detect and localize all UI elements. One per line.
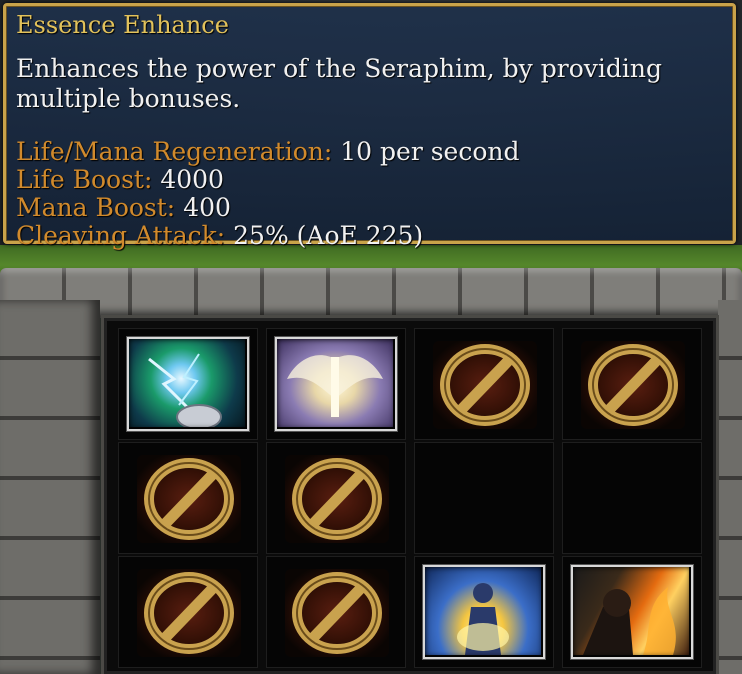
stat-life-boost: Life Boost: 4000 [16,166,723,194]
inventory-slot-disabled [118,442,258,554]
disabled-slot-icon [440,344,530,426]
inventory-slot-disabled [414,328,554,440]
inventory-slot-disabled [118,556,258,668]
stat-label: Life Boost: [16,165,153,194]
inventory-slot-empty[interactable] [562,442,702,554]
stat-value: 25% (AoE 225) [233,221,424,250]
slot-frame [275,337,397,431]
disabled-slot-icon [292,572,382,654]
tooltip-stats: Life/Mana Regeneration: 10 per second Li… [16,138,723,250]
stat-label: Life/Mana Regeneration: [16,137,333,166]
stat-cleaving-attack: Cleaving Attack: 25% (AoE 225) [16,222,723,250]
stat-value: 4000 [160,165,224,194]
tooltip-title: Essence Enhance [16,11,229,39]
inventory-slot[interactable] [118,328,258,440]
inventory-slot[interactable] [414,556,554,668]
inventory-grid [104,318,716,674]
inventory-slot-empty[interactable] [414,442,554,554]
stat-label: Mana Boost: [16,193,176,222]
stone-wall-right [718,300,742,674]
inventory-slot-disabled [266,556,406,668]
disabled-slot-icon [144,458,234,540]
slot-frame [127,337,249,431]
inventory-slot-disabled [266,442,406,554]
stat-value: 400 [183,193,231,222]
stone-wall-left [0,300,100,674]
ability-tooltip: Essence Enhance Enhances the power of th… [3,3,736,250]
disabled-slot-icon [292,458,382,540]
slot-frame [423,565,545,659]
stat-mana-boost: Mana Boost: 400 [16,194,723,222]
slot-frame [571,565,693,659]
stone-wall-top [0,268,742,318]
disabled-slot-icon [588,344,678,426]
inventory-slot-disabled [562,328,702,440]
inventory-slot[interactable] [562,556,702,668]
stat-label: Cleaving Attack: [16,221,226,250]
stat-regeneration: Life/Mana Regeneration: 10 per second [16,138,723,166]
disabled-slot-icon [144,572,234,654]
stat-value: 10 per second [340,137,520,166]
inventory-slot[interactable] [266,328,406,440]
tooltip-description: Enhances the power of the Seraphim, by p… [16,54,662,113]
